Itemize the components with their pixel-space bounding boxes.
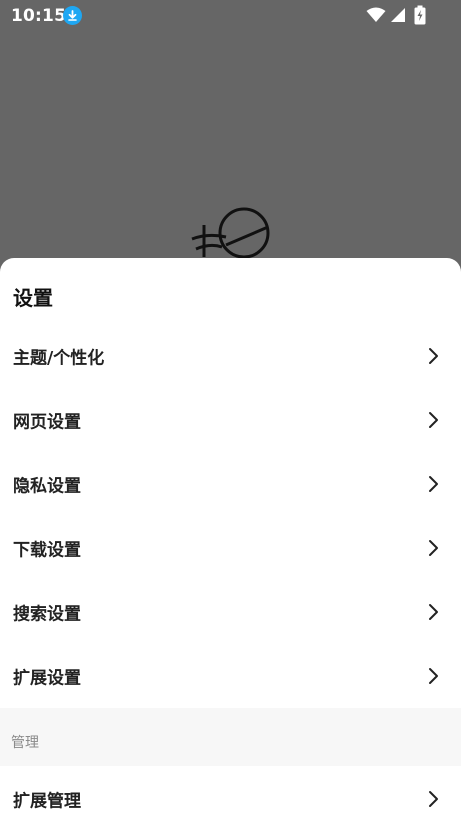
status-bar: 10:15	[0, 0, 461, 32]
chevron-right-icon	[429, 668, 438, 684]
status-time: 10:15	[11, 6, 67, 26]
menu-item-label: 搜索设置	[13, 604, 81, 625]
wifi-icon	[366, 7, 386, 22]
menu-item-theme[interactable]: 主题/个性化	[0, 324, 461, 388]
menu-item-extension-manage[interactable]: 扩展管理	[0, 767, 461, 820]
menu-item-search[interactable]: 搜索设置	[0, 580, 461, 644]
chevron-right-icon	[429, 540, 438, 556]
menu-item-privacy[interactable]: 隐私设置	[0, 452, 461, 516]
chevron-right-icon	[429, 604, 438, 620]
menu-item-label: 主题/个性化	[13, 348, 105, 369]
chevron-right-icon	[429, 791, 438, 807]
chevron-right-icon	[429, 476, 438, 492]
settings-sheet: 设置 主题/个性化 网页设置 隐私设置 下载设置 搜索设置 扩展设置 管理 扩展…	[0, 258, 461, 820]
battery-charging-icon	[414, 5, 426, 25]
menu-item-label: 扩展设置	[13, 668, 81, 689]
menu-item-label: 下载设置	[13, 540, 81, 561]
section-header-manage: 管理	[0, 708, 461, 766]
menu-item-extension-settings[interactable]: 扩展设置	[0, 644, 461, 708]
chevron-right-icon	[429, 348, 438, 364]
menu-item-label: 网页设置	[13, 412, 81, 433]
menu-item-label: 扩展管理	[13, 791, 81, 812]
sheet-title: 设置	[13, 286, 53, 310]
menu-item-web[interactable]: 网页设置	[0, 388, 461, 452]
download-icon	[63, 6, 82, 25]
menu-item-label: 隐私设置	[13, 476, 81, 497]
chevron-right-icon	[429, 412, 438, 428]
menu-item-download[interactable]: 下载设置	[0, 516, 461, 580]
section-label: 管理	[11, 735, 39, 751]
signal-icon	[391, 8, 405, 22]
browser-logo-icon	[191, 207, 270, 259]
